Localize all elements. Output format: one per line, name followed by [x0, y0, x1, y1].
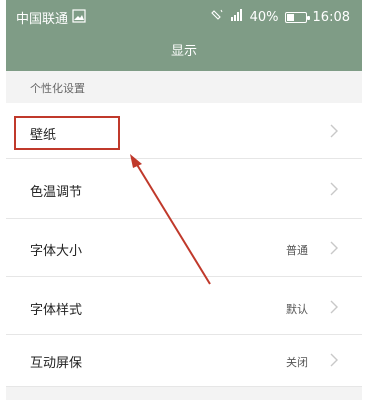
chevron-right-icon — [330, 124, 338, 138]
battery-percent: 40% — [249, 9, 279, 25]
battery-icon — [284, 11, 310, 23]
settings-item-font-style[interactable]: 字体样式 默认 — [6, 277, 362, 335]
image-icon — [72, 8, 86, 27]
settings-item-value: 普通 — [286, 244, 308, 257]
chevron-right-icon — [330, 182, 338, 196]
section-label: 个性化设置 — [30, 82, 85, 95]
settings-item-color-temperature[interactable]: 色温调节 — [6, 159, 362, 219]
settings-item-label: 互动屏保 — [30, 356, 83, 371]
status-right: 40% 16:08 — [210, 8, 350, 26]
section-header: 个性化设置 — [6, 71, 362, 103]
status-left: 中国联通 — [16, 8, 86, 27]
settings-item-interactive-screensaver[interactable]: 互动屏保 关闭 — [6, 335, 362, 387]
settings-item-label: 字体样式 — [30, 303, 83, 318]
app-header: 中国联通 40% 16:08 显示 — [6, 0, 362, 71]
settings-item-font-size[interactable]: 字体大小 普通 — [6, 219, 362, 277]
vibrate-icon — [210, 8, 224, 26]
clock-time: 16:08 — [312, 9, 350, 25]
settings-item-value: 默认 — [286, 303, 308, 316]
status-bar: 中国联通 40% 16:08 — [6, 0, 362, 32]
chevron-right-icon — [330, 241, 338, 255]
battery-level-fill — [286, 13, 294, 21]
settings-item-value: 关闭 — [286, 356, 308, 369]
settings-item-label: 字体大小 — [30, 244, 83, 259]
carrier-name: 中国联通 — [16, 12, 69, 27]
signal-icon — [230, 8, 244, 26]
chevron-right-icon — [330, 353, 338, 367]
phone-screen: 中国联通 40% 16:08 显示 个性化设置 壁纸 色温调节 字体大小 普通 … — [6, 0, 362, 400]
page-title: 显示 — [170, 44, 197, 59]
settings-item-label: 色温调节 — [30, 185, 83, 200]
highlight-box — [14, 116, 120, 150]
chevron-right-icon — [330, 300, 338, 314]
